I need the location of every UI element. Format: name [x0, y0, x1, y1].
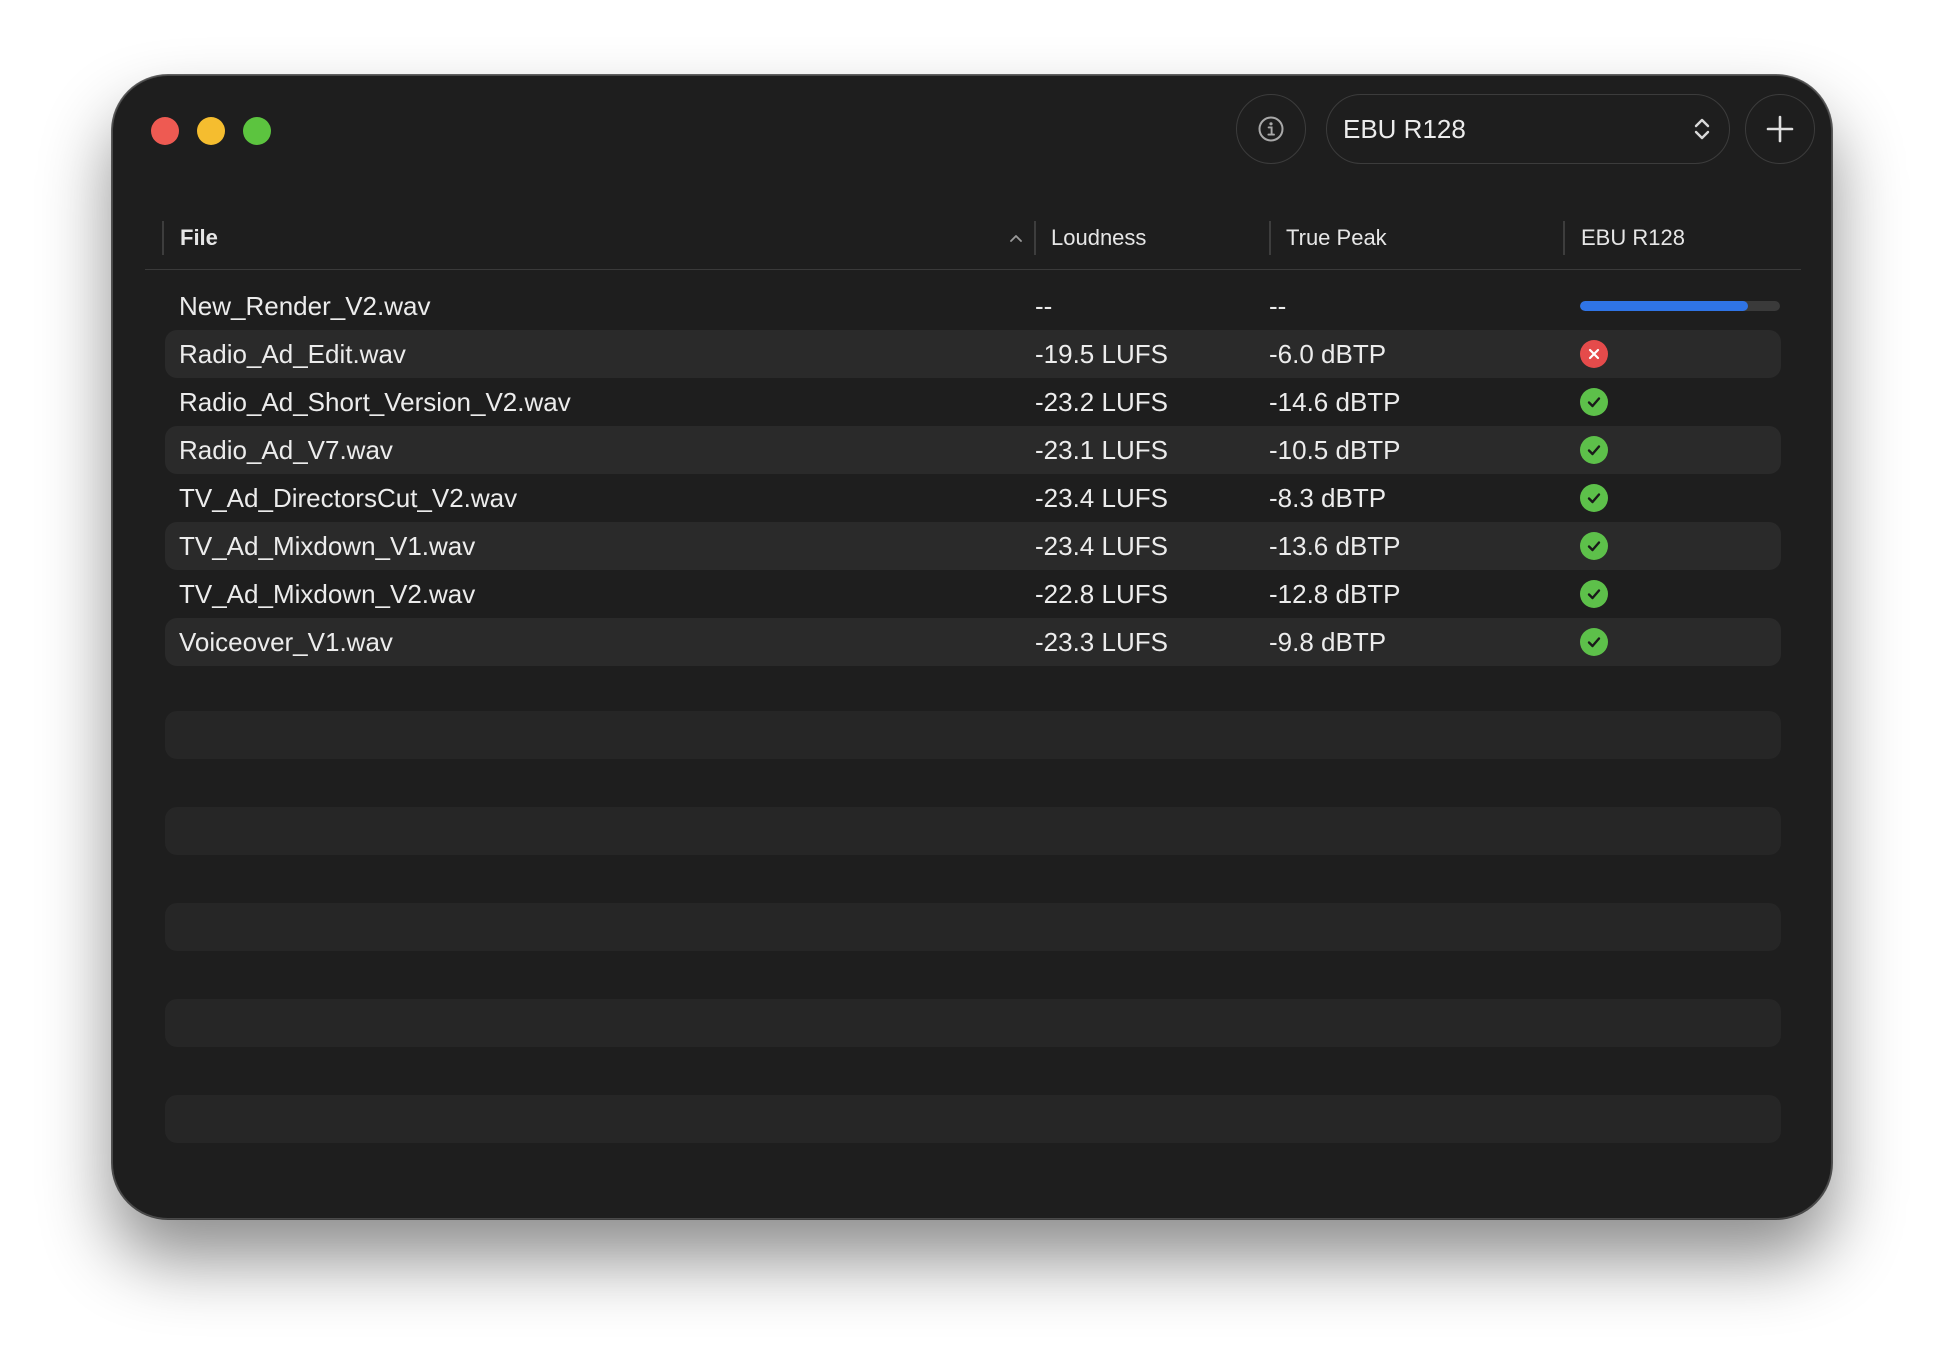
table-header: File Loudness True Peak EBU R128	[145, 221, 1801, 270]
file-name-cell: TV_Ad_Mixdown_V2.wav	[179, 578, 476, 609]
column-divider[interactable]	[162, 221, 164, 255]
pass-check-icon	[1580, 532, 1608, 560]
file-name-cell: Radio_Ad_V7.wav	[179, 434, 393, 465]
true-peak-cell: -14.6 dBTP	[1269, 386, 1401, 417]
file-name-cell: Radio_Ad_Short_Version_V2.wav	[179, 386, 571, 417]
pass-check-icon	[1580, 388, 1608, 416]
status-cell	[1580, 330, 1608, 378]
zoom-window-button[interactable]	[243, 117, 271, 145]
standard-select[interactable]: EBU R128	[1326, 94, 1730, 164]
loudness-cell: -22.8 LUFS	[1035, 578, 1168, 609]
column-header-loudness[interactable]: Loudness	[1051, 221, 1146, 255]
status-cell	[1580, 570, 1608, 618]
loudness-cell: -23.3 LUFS	[1035, 626, 1168, 657]
status-cell	[1580, 426, 1608, 474]
status-cell	[1580, 282, 1780, 330]
add-file-button[interactable]	[1745, 94, 1815, 164]
status-cell	[1580, 474, 1608, 522]
loudness-cell: -23.1 LUFS	[1035, 434, 1168, 465]
column-divider[interactable]	[1563, 221, 1565, 255]
empty-row	[165, 807, 1781, 855]
pass-check-icon	[1580, 484, 1608, 512]
table-row[interactable]: Voiceover_V1.wav -23.3 LUFS -9.8 dBTP	[165, 618, 1781, 666]
chevron-up-down-icon	[1694, 118, 1710, 140]
standard-select-label: EBU R128	[1343, 113, 1466, 144]
file-name-cell: TV_Ad_Mixdown_V1.wav	[179, 530, 476, 561]
true-peak-cell: -8.3 dBTP	[1269, 482, 1387, 513]
file-name-cell: Radio_Ad_Edit.wav	[179, 338, 406, 369]
status-cell	[1580, 522, 1608, 570]
true-peak-cell: -10.5 dBTP	[1269, 434, 1401, 465]
table-row[interactable]: Radio_Ad_Short_Version_V2.wav -23.2 LUFS…	[165, 378, 1781, 426]
true-peak-cell: -6.0 dBTP	[1269, 338, 1387, 369]
status-cell	[1580, 378, 1608, 426]
true-peak-cell: -9.8 dBTP	[1269, 626, 1387, 657]
loudness-cell: -23.2 LUFS	[1035, 386, 1168, 417]
status-cell	[1580, 618, 1608, 666]
table-row[interactable]: TV_Ad_Mixdown_V1.wav -23.4 LUFS -13.6 dB…	[165, 522, 1781, 570]
column-divider[interactable]	[1269, 221, 1271, 255]
sort-ascending-icon[interactable]	[1007, 229, 1025, 247]
table-row[interactable]: Radio_Ad_Edit.wav -19.5 LUFS -6.0 dBTP	[165, 330, 1781, 378]
empty-row	[165, 711, 1781, 759]
info-circle-icon	[1258, 116, 1284, 142]
file-name-cell: TV_Ad_DirectorsCut_V2.wav	[179, 482, 518, 513]
app-window: EBU R128 File Loudness True Peak EBU R12…	[112, 75, 1832, 1219]
table-row[interactable]: New_Render_V2.wav -- --	[165, 282, 1781, 330]
minimize-window-button[interactable]	[197, 117, 225, 145]
file-name-cell: Voiceover_V1.wav	[179, 626, 393, 657]
empty-table-area	[165, 711, 1781, 1191]
table-row[interactable]: Radio_Ad_V7.wav -23.1 LUFS -10.5 dBTP	[165, 426, 1781, 474]
true-peak-cell: --	[1269, 290, 1287, 321]
column-header-standard[interactable]: EBU R128	[1581, 221, 1685, 255]
pass-check-icon	[1580, 436, 1608, 464]
loudness-cell: --	[1035, 290, 1053, 321]
empty-row	[165, 1095, 1781, 1143]
pass-check-icon	[1580, 580, 1608, 608]
file-name-cell: New_Render_V2.wav	[179, 290, 431, 321]
empty-row	[165, 999, 1781, 1047]
true-peak-cell: -13.6 dBTP	[1269, 530, 1401, 561]
plus-icon	[1766, 115, 1794, 143]
loudness-cell: -19.5 LUFS	[1035, 338, 1168, 369]
file-table: New_Render_V2.wav -- -- Radio_Ad_Edit.wa…	[165, 282, 1781, 666]
close-window-button[interactable]	[151, 117, 179, 145]
info-button[interactable]	[1236, 94, 1306, 164]
table-row[interactable]: TV_Ad_DirectorsCut_V2.wav -23.4 LUFS -8.…	[165, 474, 1781, 522]
column-header-file[interactable]: File	[180, 221, 218, 255]
table-row[interactable]: TV_Ad_Mixdown_V2.wav -22.8 LUFS -12.8 dB…	[165, 570, 1781, 618]
fail-x-icon	[1580, 340, 1608, 368]
column-header-true-peak[interactable]: True Peak	[1286, 221, 1387, 255]
analysis-progress-bar	[1580, 301, 1780, 311]
progress-fill	[1580, 301, 1748, 311]
empty-row	[165, 903, 1781, 951]
pass-check-icon	[1580, 628, 1608, 656]
loudness-cell: -23.4 LUFS	[1035, 482, 1168, 513]
column-divider[interactable]	[1034, 221, 1036, 255]
loudness-cell: -23.4 LUFS	[1035, 530, 1168, 561]
true-peak-cell: -12.8 dBTP	[1269, 578, 1401, 609]
